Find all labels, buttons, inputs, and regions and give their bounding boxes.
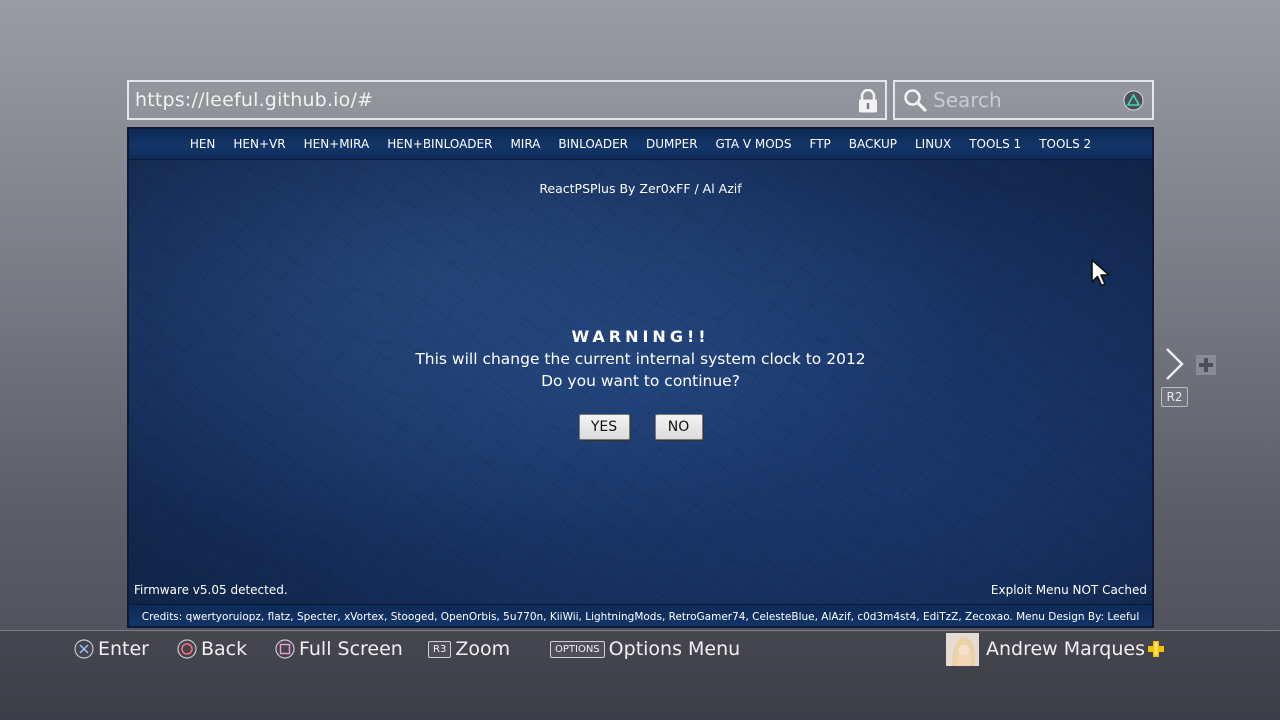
zoom-label: Zoom bbox=[455, 638, 511, 660]
enter-hint[interactable]: Enter bbox=[74, 636, 149, 662]
user-name: Andrew Marques bbox=[986, 638, 1145, 660]
cross-icon bbox=[74, 639, 94, 659]
url-text: https://leeful.github.io/# bbox=[135, 89, 374, 111]
firmware-status: Firmware v5.05 detected. bbox=[134, 583, 288, 597]
search-icon bbox=[904, 89, 927, 112]
nav-item-gta-v-mods[interactable]: GTA V MODS bbox=[707, 137, 801, 151]
cache-status: Exploit Menu NOT Cached bbox=[990, 583, 1147, 597]
warning-dialog: WARNING!! This will change the current i… bbox=[129, 326, 1152, 392]
back-hint[interactable]: Back bbox=[177, 636, 247, 662]
zoom-hint[interactable]: R3 Zoom bbox=[428, 636, 510, 662]
ps-plus-icon bbox=[1148, 641, 1164, 657]
warning-question: Do you want to continue? bbox=[541, 372, 740, 390]
nav-item-dumper[interactable]: DUMPER bbox=[637, 137, 707, 151]
credits-bar: Credits: qwertyoruiopz, flatz, Specter, … bbox=[129, 604, 1152, 626]
fullscreen-hint[interactable]: Full Screen bbox=[275, 636, 403, 662]
circle-icon bbox=[177, 639, 197, 659]
nav-item-binloader[interactable]: BINLOADER bbox=[549, 137, 637, 151]
web-content: HEN HEN+VR HEN+MIRA HEN+BINLOADER MIRA B… bbox=[127, 127, 1154, 628]
warning-title: WARNING!! bbox=[571, 327, 710, 346]
dialog-buttons: YES NO bbox=[129, 414, 1152, 440]
nav-item-mira[interactable]: MIRA bbox=[501, 137, 549, 151]
exploit-nav-bar: HEN HEN+VR HEN+MIRA HEN+BINLOADER MIRA B… bbox=[129, 129, 1152, 160]
yes-button[interactable]: YES bbox=[578, 414, 630, 440]
square-icon bbox=[275, 639, 295, 659]
search-placeholder: Search bbox=[933, 88, 1002, 112]
nav-item-hen-mira[interactable]: HEN+MIRA bbox=[295, 137, 379, 151]
no-button[interactable]: NO bbox=[654, 414, 703, 440]
plus-icon[interactable] bbox=[1196, 355, 1216, 375]
search-box[interactable]: Search bbox=[893, 80, 1154, 120]
nav-item-backup[interactable]: BACKUP bbox=[840, 137, 906, 151]
avatar-image bbox=[946, 633, 979, 666]
nav-item-tools-1[interactable]: TOOLS 1 bbox=[960, 137, 1030, 151]
nav-item-hen-binloader[interactable]: HEN+BINLOADER bbox=[378, 137, 501, 151]
page-subtitle: ReactPSPlus By Zer0xFF / Al Azif bbox=[539, 181, 742, 196]
next-icon[interactable] bbox=[1163, 347, 1185, 381]
lock-icon bbox=[859, 89, 877, 113]
fullscreen-label: Full Screen bbox=[299, 638, 403, 660]
credits-text: Credits: qwertyoruiopz, flatz, Specter, … bbox=[141, 610, 1140, 623]
options-key: OPTIONS bbox=[550, 640, 605, 658]
nav-item-hen[interactable]: HEN bbox=[181, 137, 225, 151]
nav-item-ftp[interactable]: FTP bbox=[801, 137, 840, 151]
options-hint[interactable]: OPTIONS Options Menu bbox=[550, 636, 740, 662]
r3-key: R3 bbox=[428, 640, 452, 658]
nav-item-tools-2[interactable]: TOOLS 2 bbox=[1030, 137, 1100, 151]
cursor-icon bbox=[1091, 259, 1110, 287]
r2-button-hint: R2 bbox=[1161, 387, 1188, 407]
avatar[interactable] bbox=[946, 633, 979, 666]
options-label: Options Menu bbox=[608, 638, 741, 660]
enter-label: Enter bbox=[98, 638, 149, 660]
triangle-icon bbox=[1123, 90, 1144, 111]
url-bar[interactable]: https://leeful.github.io/# bbox=[127, 80, 887, 120]
nav-item-linux[interactable]: LINUX bbox=[906, 137, 960, 151]
nav-item-hen-vr[interactable]: HEN+VR bbox=[224, 137, 294, 151]
back-label: Back bbox=[201, 638, 248, 660]
warning-message: This will change the current internal sy… bbox=[415, 350, 866, 368]
